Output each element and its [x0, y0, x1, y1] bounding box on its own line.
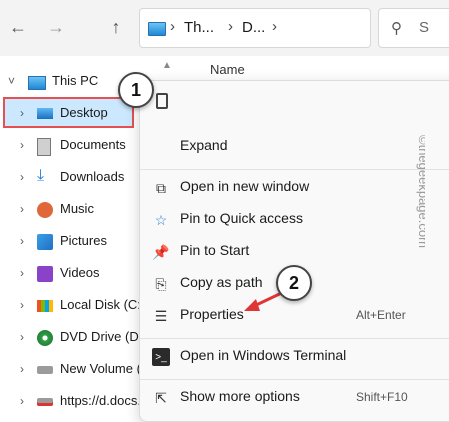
nav-documents[interactable]: › Documents	[0, 130, 140, 162]
chevron-right-icon[interactable]: ›	[20, 266, 24, 280]
address-bar[interactable]: › Th... › D... ›	[139, 8, 371, 48]
back-arrow-icon[interactable]: ←	[6, 14, 30, 40]
menu-divider	[140, 338, 449, 339]
breadcrumb-this-pc[interactable]: Th...	[184, 19, 214, 36]
menu-item-shortcut: Alt+Enter	[356, 308, 406, 322]
nav-videos[interactable]: › Videos	[0, 258, 140, 290]
nav-label: Downloads	[60, 169, 125, 184]
properties-icon: ☰	[154, 307, 168, 324]
watermark-text: ©thegeekpage.com	[416, 135, 425, 248]
menu-item-label: Pin to Start	[180, 242, 250, 258]
nav-local-disk[interactable]: › Local Disk (C:)	[0, 290, 145, 322]
menu-item-shortcut: Shift+F10	[356, 390, 408, 404]
nav-downloads[interactable]: › ⤓ Downloads	[0, 162, 140, 194]
menu-item-label: Expand	[180, 137, 228, 153]
nav-label: https://d.docs.	[60, 393, 141, 408]
menu-item-label: Properties	[180, 306, 244, 322]
this-pc-icon	[148, 22, 166, 36]
scroll-up-icon[interactable]: ▲	[162, 60, 172, 71]
search-icon: ⚲	[391, 20, 402, 37]
chevron-right-icon[interactable]: ›	[20, 170, 24, 184]
chevron-right-icon: ›	[170, 18, 175, 35]
nav-label: DVD Drive (D:)	[60, 329, 147, 344]
menu-item-label: Show more options	[180, 388, 300, 404]
videos-icon	[37, 266, 53, 282]
pin-icon: 📌	[152, 243, 170, 260]
desktop-icon	[37, 108, 53, 119]
search-placeholder: S	[419, 19, 430, 36]
step-badge-1: 1	[118, 72, 154, 108]
search-box[interactable]: ⚲ S	[378, 8, 449, 48]
nav-label: Local Disk (C:)	[60, 297, 146, 312]
menu-item-expand[interactable]: Expand	[140, 131, 449, 161]
nav-music[interactable]: › Music	[0, 194, 140, 226]
documents-icon	[37, 138, 51, 156]
menu-item-pin-quick-access[interactable]: ☆ Pin to Quick access	[140, 204, 449, 234]
chevron-right-icon[interactable]: ›	[20, 234, 24, 248]
watermark: ©thegeekpage.com	[416, 135, 425, 248]
nav-pictures[interactable]: › Pictures	[0, 226, 140, 258]
chevron-right-icon: ›	[272, 18, 277, 35]
forward-arrow-icon[interactable]: →	[44, 14, 68, 40]
menu-item-label: Open in Windows Terminal	[180, 347, 347, 363]
nav-label: This PC	[52, 73, 99, 88]
open-new-window-icon: ⧉	[156, 179, 166, 196]
menu-item-label: Pin to Quick access	[180, 210, 303, 226]
menu-item-open-terminal[interactable]: >_ Open in Windows Terminal	[140, 341, 449, 371]
computer-icon	[28, 76, 46, 90]
nav-label: Documents	[60, 137, 126, 152]
column-header-name[interactable]: Name	[210, 62, 245, 77]
toolbar: ← → ↑ › Th... › D... › ⚲ S	[0, 0, 449, 56]
pictures-icon	[37, 234, 53, 250]
menu-item-show-more-options[interactable]: ⇱ Show more options Shift+F10	[140, 382, 449, 412]
nav-label: Videos	[60, 265, 100, 280]
nav-label: New Volume (E	[60, 361, 150, 376]
menu-item-open-new-window[interactable]: ⧉ Open in new window	[140, 172, 449, 202]
windows-drive-icon	[37, 300, 53, 312]
menu-item-pin-start[interactable]: 📌 Pin to Start	[140, 236, 449, 266]
nav-desktop[interactable]: › Desktop	[0, 98, 140, 130]
step-badge-2: 2	[276, 265, 312, 301]
copy-icon[interactable]	[156, 93, 168, 109]
chevron-right-icon[interactable]: ›	[20, 138, 24, 152]
show-more-options-icon: ⇱	[155, 389, 167, 406]
up-arrow-icon[interactable]: ↑	[104, 14, 128, 40]
nav-label: Desktop	[60, 105, 108, 120]
nav-label: Music	[60, 201, 94, 216]
network-drive-icon	[37, 398, 53, 406]
star-icon: ☆	[154, 211, 168, 228]
chevron-right-icon[interactable]: ›	[20, 394, 24, 408]
drive-icon	[37, 366, 53, 374]
menu-divider	[140, 379, 449, 380]
nav-network-drive[interactable]: › https://d.docs.	[0, 386, 141, 418]
chevron-right-icon: ›	[228, 18, 233, 35]
nav-new-volume[interactable]: › New Volume (E	[0, 354, 150, 386]
menu-item-label: Open in new window	[180, 178, 310, 194]
chevron-right-icon[interactable]: ›	[20, 202, 24, 216]
chevron-right-icon[interactable]: ›	[20, 298, 24, 312]
chevron-right-icon[interactable]: ›	[20, 330, 24, 344]
music-icon	[37, 202, 53, 218]
nav-label: Pictures	[60, 233, 107, 248]
breadcrumb-desktop[interactable]: D...	[242, 19, 265, 36]
context-menu: Expand ⧉ Open in new window ☆ Pin to Qui…	[139, 80, 449, 422]
terminal-icon: >_	[152, 348, 170, 366]
chevron-right-icon[interactable]: ›	[20, 362, 24, 376]
download-icon: ⤓	[37, 167, 45, 184]
nav-dvd-drive[interactable]: › DVD Drive (D:)	[0, 322, 147, 354]
dvd-icon	[37, 330, 53, 346]
menu-divider	[140, 169, 449, 170]
copy-path-icon: ⎘	[155, 275, 167, 292]
chevron-right-icon[interactable]: ›	[20, 106, 24, 120]
chevron-down-icon[interactable]: ˅	[8, 74, 15, 88]
